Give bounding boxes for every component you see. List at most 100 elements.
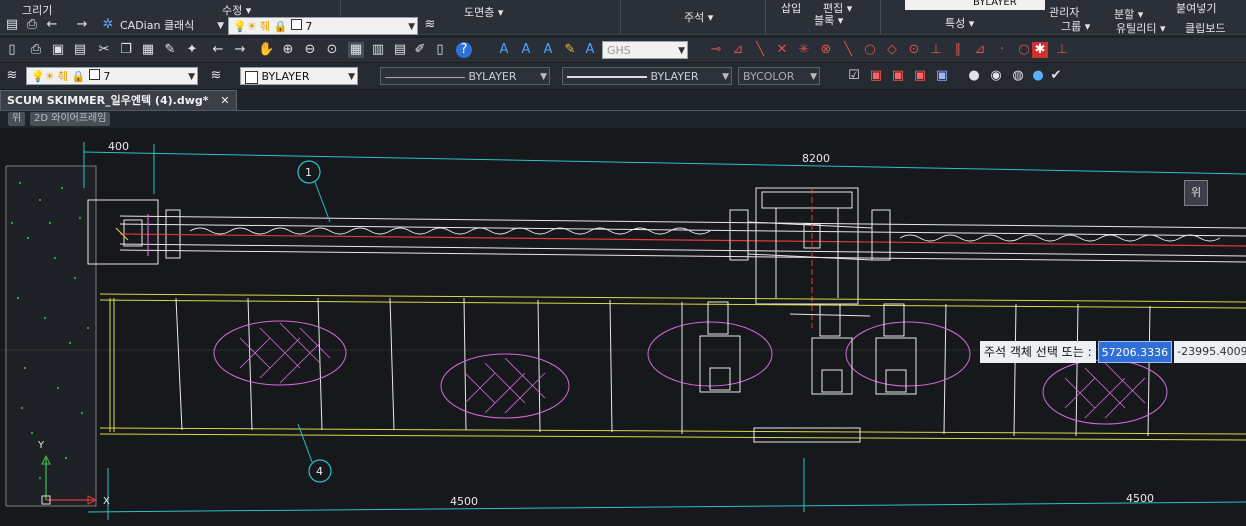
help-icon[interactable]: ? [456, 42, 472, 58]
balloon-4-text: 4 [316, 465, 323, 478]
tool-palette-icon[interactable]: ▤ [392, 42, 408, 58]
attribute-icon[interactable]: ✦ [184, 42, 200, 58]
render-smooth-icon[interactable]: ◍ [1010, 68, 1026, 84]
print-icon[interactable]: ⎙ [24, 17, 40, 33]
layer-select-top[interactable]: 💡☀ 췌 🔒 7 ▼ [228, 17, 418, 35]
workspace-select[interactable]: CADian 클래식 ▼ [116, 17, 226, 35]
ribbon-group-group[interactable]: 그룹 ▾ [1061, 18, 1090, 34]
snap-insert-icon[interactable]: ⊥ [928, 42, 944, 58]
ucs-y-label: Y [37, 440, 45, 451]
redo-icon[interactable]: → [74, 17, 90, 33]
render-shaded-icon[interactable]: ● [1030, 68, 1046, 84]
snap-midpoint-icon[interactable]: ⊿ [730, 42, 746, 58]
properties-icon[interactable]: ▦ [348, 42, 364, 58]
isolate-icon[interactable]: ▣ [912, 68, 928, 84]
undo-icon[interactable]: ← [44, 17, 60, 33]
hide-objects-icon[interactable]: ▣ [934, 68, 950, 84]
render-check-icon[interactable]: ✔ [1048, 68, 1064, 84]
dynamic-input: 주석 객체 선택 또는 : 57206.3336 -23995.4009 [980, 341, 1246, 363]
balloon-1-text: 1 [305, 166, 312, 179]
skimmer-panels [175, 297, 1151, 437]
command-prompt: 주석 객체 선택 또는 : [980, 341, 1096, 363]
dim-4500-left: 4500 [450, 495, 478, 508]
paste-icon[interactable]: ▦ [140, 42, 156, 58]
visual-style-label[interactable]: 2D 와이어프레임 [30, 112, 111, 126]
scale-text-icon[interactable]: A [582, 42, 598, 58]
snap-intersection-icon[interactable]: ╲ [752, 42, 768, 58]
copy-icon[interactable]: ❐ [118, 42, 134, 58]
text-icon[interactable]: A [496, 42, 512, 58]
layer-manager-icon[interactable]: ≋ [422, 17, 438, 33]
snap-apparent-icon[interactable]: ✕ [774, 42, 790, 58]
quick-select-icon[interactable]: ▣ [868, 68, 884, 84]
properties-list-icon[interactable]: ☑ [846, 68, 862, 84]
save-as-icon[interactable]: ▤ [72, 42, 88, 58]
ribbon-panel-layers[interactable]: 도면층 ▾ [464, 4, 503, 20]
snap-extension-icon[interactable]: ✳ [796, 42, 812, 58]
snap-center-icon[interactable]: ⊗ [818, 42, 834, 58]
snap-endpoint-icon[interactable]: ⊸ [708, 42, 724, 58]
snap-perpendicular-icon[interactable]: ◇ [884, 42, 900, 58]
match-properties-icon[interactable]: ✎ [162, 42, 178, 58]
zoom-realtime-icon[interactable]: ⊕ [280, 42, 296, 58]
workspace-gear-icon[interactable]: ✲ [100, 17, 116, 33]
select-similar-icon[interactable]: ▣ [890, 68, 906, 84]
plotstyle-select[interactable]: BYCOLOR ▼ [738, 67, 820, 85]
ribbon-paste-button[interactable]: 붙여넣기 [1176, 0, 1216, 16]
snap-none-icon[interactable]: · [994, 42, 1010, 58]
document-tab[interactable]: SCUM SKIMMER_일우엔텍 (4).dwg* ✕ [0, 90, 237, 110]
save-icon[interactable]: ▤ [4, 17, 20, 33]
properties-color-combo[interactable]: BYLAYER [905, 0, 1045, 10]
make-current-layer-icon[interactable]: ≋ [208, 68, 224, 84]
render-flat-icon[interactable]: ● [966, 68, 982, 84]
zoom-out-icon[interactable]: ⊖ [302, 42, 318, 58]
new-icon[interactable]: ▯ [4, 42, 20, 58]
pan-icon[interactable]: ✋ [258, 42, 274, 58]
snap-node-icon[interactable]: ∥ [950, 42, 966, 58]
render-gouraud-icon[interactable]: ◉ [988, 68, 1004, 84]
snap-tracking-icon[interactable]: ⊥ [1054, 42, 1070, 58]
find-text-icon[interactable]: ✎ [562, 42, 578, 58]
viewcube-top-button[interactable]: 위 [1184, 180, 1208, 206]
snap-quadrant-icon[interactable]: ╲ [840, 42, 856, 58]
plot-icon[interactable]: ▣ [50, 42, 66, 58]
redo-icon[interactable]: → [232, 42, 248, 58]
layer-select[interactable]: 💡☀ 췌 🔒 7 ▼ [26, 67, 198, 85]
ribbon-group-properties[interactable]: 특성 ▾ [945, 15, 974, 31]
ribbon-group-clipboard[interactable]: 클립보드 [1185, 20, 1225, 36]
markup-icon[interactable]: ✐ [412, 42, 428, 58]
snap-tangent-icon[interactable]: ○ [862, 42, 878, 58]
mtext-icon[interactable]: A [518, 42, 534, 58]
layer-previous-icon[interactable]: ≋ [4, 68, 20, 84]
ribbon-panel-annotation[interactable]: 주석 ▾ [684, 9, 713, 25]
dim-4500-right: 4500 [1126, 492, 1154, 505]
document-tab-label: SCUM SKIMMER_일우엔텍 (4).dwg* [7, 94, 209, 107]
ucs-x-label: X [103, 496, 110, 507]
ribbon-group-block[interactable]: 블록 ▾ [814, 12, 843, 28]
text-edit-icon[interactable]: A [540, 42, 556, 58]
calculator-icon[interactable]: ▯ [432, 42, 448, 58]
view-direction-label[interactable]: 위 [8, 112, 26, 126]
close-tab-icon[interactable]: ✕ [220, 94, 229, 107]
ribbon-group-utility[interactable]: 유틸리티 ▾ [1116, 20, 1166, 36]
text-style-select[interactable]: GHS ▼ [602, 41, 688, 59]
snap-parallel-icon[interactable]: ⊙ [906, 42, 922, 58]
dim-8200: 8200 [802, 152, 830, 165]
design-center-icon[interactable]: ▥ [370, 42, 386, 58]
lineweight-select[interactable]: BYLAYER ▼ [562, 67, 732, 85]
coordinate-y-input[interactable]: -23995.4009 [1174, 341, 1246, 363]
skimmer-frame [99, 293, 1246, 441]
print-preview-icon[interactable]: ⎙ [28, 42, 44, 58]
snap-clear-icon[interactable]: ✱ [1032, 42, 1048, 58]
color-select[interactable]: BYLAYER ▼ [240, 67, 358, 85]
drawing-canvas[interactable]: 400 8200 4500 4500 1 4 Y X 위 [0, 128, 1246, 526]
snap-settings-icon[interactable]: ○ [1016, 42, 1032, 58]
undo-icon[interactable]: ← [210, 42, 226, 58]
properties-toolbar: ≋ 💡☀ 췌 🔒 7 ▼ ≋ BYLAYER ▼ BYLAYER ▼ BYLAYER ▼… [0, 63, 1246, 90]
coordinate-x-input[interactable]: 57206.3336 [1097, 341, 1173, 363]
ribbon-insert-button[interactable]: 삽입 [781, 0, 801, 16]
snap-nearest-icon[interactable]: ⊿ [972, 42, 988, 58]
zoom-window-icon[interactable]: ⊙ [324, 42, 340, 58]
cut-icon[interactable]: ✂ [96, 42, 112, 58]
linetype-select[interactable]: BYLAYER ▼ [380, 67, 550, 85]
